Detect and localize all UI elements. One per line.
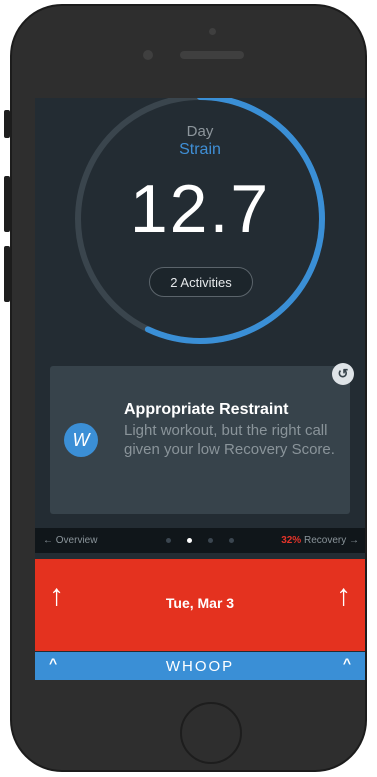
page-dot[interactable]: [208, 538, 213, 543]
page-dot[interactable]: [229, 538, 234, 543]
app-screen: Day Strain 12.7 2 Activities ↺ W Appropr…: [35, 98, 365, 680]
volume-down-button: [4, 246, 10, 302]
mute-switch: [4, 110, 10, 138]
caret-up-icon[interactable]: ^: [343, 655, 351, 671]
day-label: Day: [186, 123, 214, 140]
whoop-logo-icon: W: [64, 423, 98, 457]
recovery-link-label: Recovery →: [301, 535, 359, 546]
brand-label: WHOOP: [165, 658, 235, 675]
page-dot-active[interactable]: [187, 538, 192, 543]
strain-label: Strain: [179, 141, 221, 158]
card-body: Light workout, but the right call given …: [124, 422, 335, 458]
up-arrow-icon[interactable]: ↑: [336, 579, 351, 613]
refresh-icon[interactable]: ↺: [332, 363, 354, 385]
overview-link[interactable]: ← Overview: [43, 528, 97, 553]
date-bar: ↑ Tue, Mar 3 ↑: [35, 559, 365, 651]
recovery-link[interactable]: 32% Recovery →: [281, 528, 359, 553]
front-camera: [143, 50, 153, 60]
whoop-footer[interactable]: ^ WHOOP ^: [35, 652, 365, 680]
page-nav-bar: ← Overview 32% Recovery →: [35, 528, 365, 553]
home-button[interactable]: [180, 702, 242, 764]
activities-button[interactable]: 2 Activities: [149, 267, 253, 297]
date-label: Tue, Mar 3: [165, 595, 235, 611]
earpiece-speaker: [180, 51, 244, 59]
page-dot[interactable]: [166, 538, 171, 543]
strain-value: 12.7: [129, 171, 271, 247]
volume-up-button: [4, 176, 10, 232]
proximity-sensor: [209, 28, 216, 35]
card-title: Appropriate Restraint: [124, 401, 289, 418]
recovery-percent: 32%: [281, 535, 302, 546]
